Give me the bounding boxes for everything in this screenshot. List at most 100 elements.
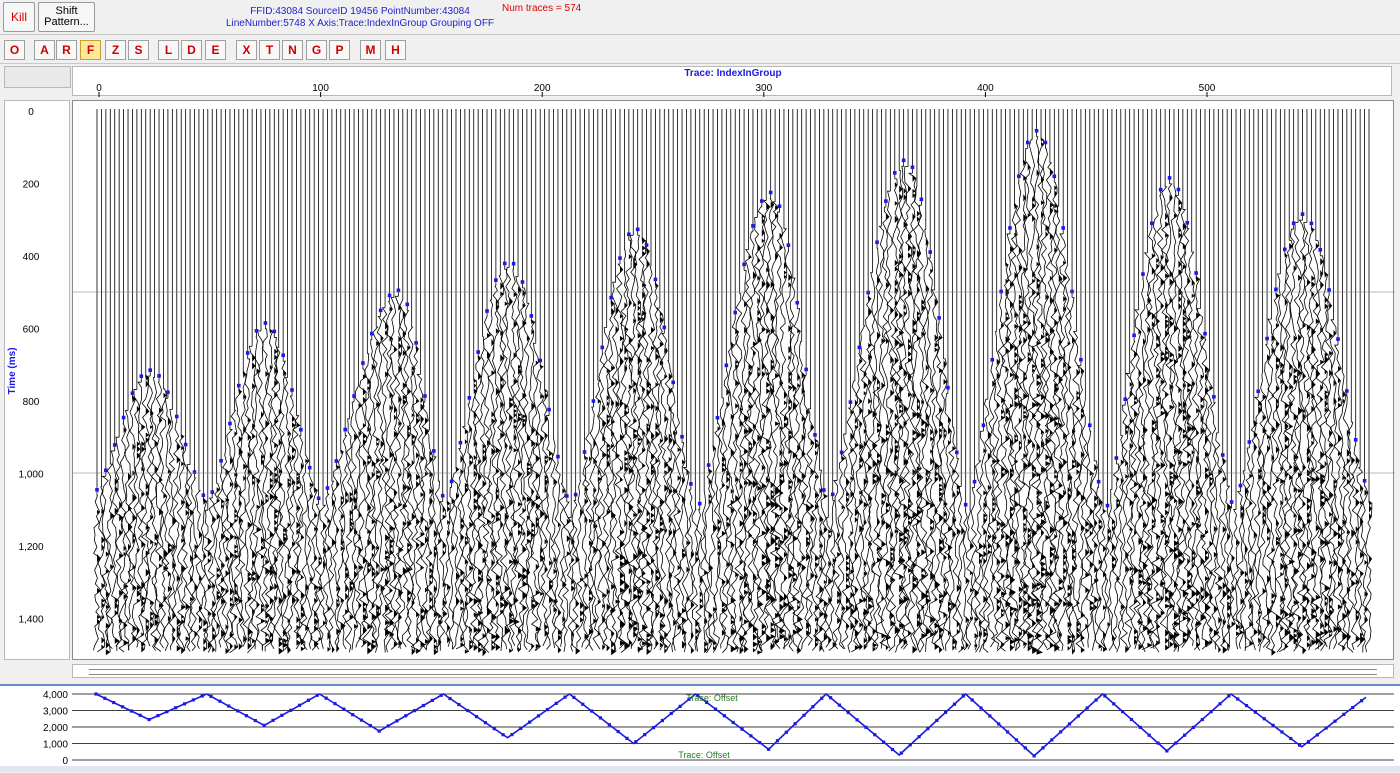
toolbar-button-n[interactable]: N	[282, 40, 303, 60]
trace-wiggle	[650, 284, 661, 650]
toolbar-button-s[interactable]: S	[128, 40, 149, 60]
toolbar-button-a[interactable]: A	[34, 40, 55, 60]
trace-wiggle	[221, 448, 230, 652]
first-break-pick	[760, 199, 764, 203]
first-break-pick	[653, 277, 658, 282]
offset-point	[1023, 746, 1027, 750]
trace-wiggle	[787, 277, 799, 652]
toolbar-button-e[interactable]: E	[205, 40, 226, 60]
offset-point	[1271, 723, 1275, 727]
trace-fill	[766, 634, 771, 642]
offset-point	[182, 702, 187, 706]
toolbar-button-g[interactable]: G	[306, 40, 327, 60]
trace-fill	[1182, 327, 1187, 335]
trace-fill	[779, 461, 784, 468]
trace-wiggle	[1071, 331, 1082, 651]
shift-pattern-button[interactable]: Shift Pattern...	[38, 2, 95, 32]
offset-panel: 4,000 3,000 2,000 1,000 0 Trace: Offset Trac…	[0, 684, 1400, 768]
trace-fill	[1302, 500, 1306, 508]
trace-wiggle	[875, 225, 888, 649]
trace-fill	[265, 631, 269, 638]
toolbar-button-f[interactable]: F	[80, 40, 101, 60]
first-break-pick	[1318, 248, 1323, 252]
first-break-pick	[1229, 500, 1234, 504]
offset-point	[758, 740, 762, 745]
trace-fill	[819, 543, 823, 549]
trace-fill	[1001, 533, 1005, 540]
offset-point	[669, 711, 673, 716]
trace-fill	[367, 566, 371, 574]
horizontal-scrollbar[interactable]	[72, 664, 1394, 678]
first-break-pick	[777, 204, 782, 208]
trace-wiggle	[1030, 136, 1043, 653]
scrollbar-track[interactable]	[89, 669, 1377, 675]
offset-point	[749, 734, 753, 738]
trace-fill	[624, 456, 628, 462]
trace-fill	[518, 521, 522, 529]
trace-fill	[646, 579, 651, 585]
first-break-pick	[671, 380, 675, 385]
toolbar-button-h[interactable]: H	[385, 40, 406, 60]
first-break-pick	[600, 345, 605, 350]
trace-fill	[358, 565, 363, 570]
first-break-pick	[183, 442, 188, 447]
offset-point	[1262, 717, 1266, 721]
trace-fill	[442, 549, 446, 557]
y-axis-svg: 0 200 400 600 800 1,000 1,200 1,400 Time (ms)	[7, 107, 44, 626]
toolbar-button-x[interactable]: X	[236, 40, 257, 60]
trace-fill	[447, 500, 451, 507]
trace-fill	[1010, 536, 1013, 545]
trace-wiggle	[140, 377, 151, 649]
trace-fill	[531, 319, 535, 325]
offset-point	[297, 703, 302, 707]
offset-point	[253, 718, 257, 723]
seismic-gather-plot[interactable]	[72, 100, 1395, 660]
toolbar-button-p[interactable]: P	[329, 40, 350, 60]
trace-fill	[1333, 530, 1338, 538]
toolbar-button-r[interactable]: R	[56, 40, 77, 60]
corner-panel	[4, 66, 71, 88]
offset-point	[917, 735, 921, 739]
offset-point	[979, 706, 983, 710]
first-break-pick	[219, 458, 223, 463]
toolbar-button-z[interactable]: Z	[105, 40, 126, 60]
first-break-pick	[1096, 479, 1101, 484]
toolbar-button-t[interactable]: T	[259, 40, 280, 60]
toolbar-button-l[interactable]: L	[158, 40, 179, 60]
offset-point	[1253, 710, 1257, 714]
trace-fill	[1014, 358, 1018, 366]
first-break-pick	[458, 440, 463, 445]
trace-fill	[1027, 532, 1031, 540]
first-break-pick	[1291, 221, 1296, 226]
trace-fill	[646, 648, 651, 656]
first-break-pick	[414, 341, 418, 345]
offset-point	[439, 693, 443, 697]
trace-fill	[349, 525, 353, 534]
toolbar-button-m[interactable]: M	[360, 40, 381, 60]
trace-wiggle	[229, 409, 240, 654]
toolbar-button-o[interactable]: O	[4, 40, 25, 60]
toolbar-button-d[interactable]: D	[181, 40, 202, 60]
trace-fill	[336, 480, 339, 489]
first-break-pick	[139, 374, 144, 378]
trace-fill	[1142, 599, 1146, 607]
first-break-pick	[432, 449, 436, 453]
trace-wiggle	[1099, 510, 1108, 650]
trace-fill	[903, 538, 907, 547]
first-break-pick	[697, 501, 702, 506]
kill-button[interactable]: Kill	[3, 2, 35, 32]
trace-fill	[1222, 646, 1228, 654]
trace-wiggle	[592, 379, 603, 650]
trace-fill	[664, 648, 667, 654]
trace-wiggle	[840, 433, 851, 650]
first-break-pick	[1061, 226, 1065, 230]
trace-fill	[1169, 641, 1174, 647]
trace-wiggle	[1359, 486, 1369, 653]
trace-wiggle	[305, 473, 314, 649]
offset-point	[1342, 712, 1346, 716]
first-break-pick	[892, 171, 897, 175]
trace-wiggle	[410, 348, 421, 652]
trace-fill	[416, 648, 421, 654]
offset-point	[855, 718, 859, 722]
trace-fill	[1324, 620, 1329, 629]
